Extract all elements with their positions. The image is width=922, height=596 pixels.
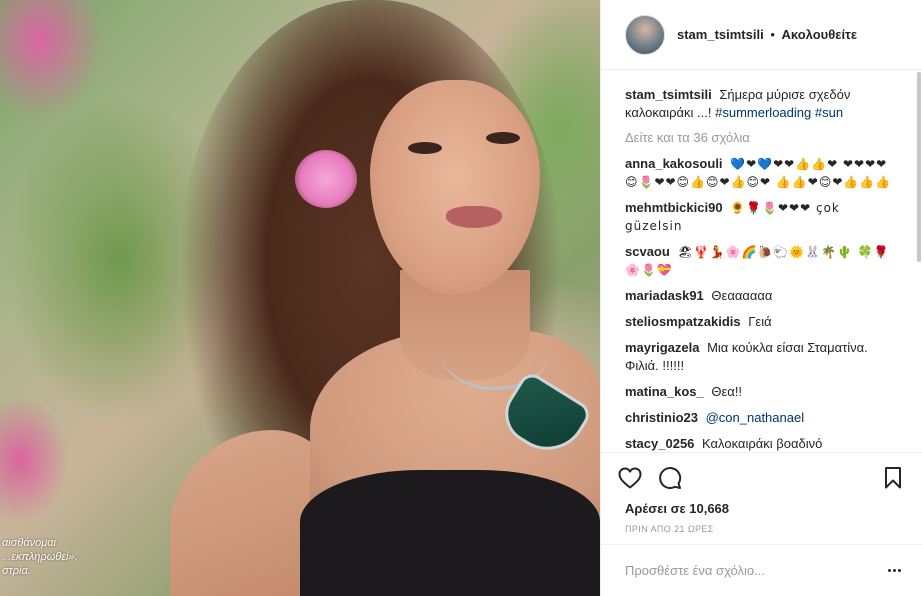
save-button[interactable]: [880, 465, 906, 491]
comment-item: stacy_0256 Καλοκαιράκι βοαδινό: [625, 435, 898, 452]
more-options-icon[interactable]: [882, 561, 906, 581]
instagram-post-modal: αισθάνομαι ...εκπληρωθεί», στρία. stam_t…: [0, 0, 922, 596]
comment-item: anna_kakosouli 💙❤💙❤❤👍👍❤ ❤❤❤❤😊🌷❤❤😊👍😊❤👍😊❤ …: [625, 155, 898, 191]
following-button[interactable]: Ακολουθείτε: [782, 27, 858, 42]
comment-username[interactable]: mayrigazela: [625, 340, 699, 355]
header-text: stam_tsimtsili • Ακολουθείτε: [677, 27, 857, 42]
comment-item: matina_kos_ Θεα!!: [625, 383, 898, 401]
post-timestamp[interactable]: ΠΡΙΝ ΑΠΟ 21 ΩΡΕΣ: [617, 524, 906, 534]
load-more-comments-link[interactable]: Δείτε και τα 36 σχόλια: [625, 130, 898, 145]
heart-outline-icon: [618, 467, 642, 489]
comment-username[interactable]: mehmtbickici90: [625, 200, 723, 215]
comment-username[interactable]: christinio23: [625, 410, 698, 425]
dot: [892, 569, 896, 572]
dot: [897, 569, 901, 572]
post-header: stam_tsimtsili • Ακολουθείτε: [601, 0, 922, 70]
post-caption: stam_tsimtsili Σήμερα μύρισε σχεδόν καλο…: [625, 86, 898, 122]
comment-text: Καλοκαιράκι βοαδινό: [702, 436, 823, 451]
avatar[interactable]: [625, 14, 665, 55]
hashtag-link[interactable]: #summerloading: [715, 105, 811, 120]
post-actions: Αρέσει σε 10,668 ΠΡΙΝ ΑΠΟ 21 ΩΡΕΣ: [601, 452, 922, 534]
post-photo[interactable]: αισθάνομαι ...εκπληρωθεί», στρία.: [0, 0, 600, 596]
likes-count[interactable]: Αρέσει σε 10,668: [617, 501, 906, 516]
comment-button[interactable]: [657, 465, 683, 491]
comment-text: Θεαααααα: [711, 288, 773, 303]
photo-eye-right: [486, 132, 520, 144]
magazine-overlay-text: αισθάνομαι ...εκπληρωθεί», στρία.: [2, 537, 78, 577]
mention-link[interactable]: @con_nathanael: [706, 410, 805, 425]
comment-item: christinio23 @con_nathanael: [625, 409, 898, 427]
like-button[interactable]: [617, 465, 643, 491]
comments-list[interactable]: stam_tsimtsili Σήμερα μύρισε σχεδόν καλο…: [601, 70, 922, 452]
header-username[interactable]: stam_tsimtsili: [677, 27, 764, 42]
caption-username[interactable]: stam_tsimtsili: [625, 87, 712, 102]
comment-text: Γειά: [748, 314, 772, 329]
comment-item: mariadask91 Θεαααααα: [625, 287, 898, 305]
comment-username[interactable]: anna_kakosouli: [625, 156, 723, 171]
comment-username[interactable]: matina_kos_: [625, 384, 704, 399]
post-side-panel: stam_tsimtsili • Ακολουθείτε stam_tsimts…: [600, 0, 922, 596]
comment-text: Θεα!!: [711, 384, 743, 399]
comment-username[interactable]: steliosmpatzakidis: [625, 314, 741, 329]
photo-hair-flower: [295, 150, 357, 208]
header-separator: •: [770, 27, 775, 42]
comment-item: mayrigazela Μια κούκλα είσαι Σταματίνα. …: [625, 339, 898, 375]
comment-item: steliosmpatzakidis Γειά: [625, 313, 898, 331]
dot: [887, 569, 891, 572]
hashtag-link[interactable]: #sun: [815, 105, 843, 120]
comment-input[interactable]: [625, 563, 883, 578]
comment-username[interactable]: mariadask91: [625, 288, 704, 303]
comment-username[interactable]: scvaou: [625, 244, 670, 259]
speech-bubble-icon: [659, 467, 682, 490]
action-icon-row: [617, 463, 906, 493]
photo-lips: [446, 206, 502, 228]
comment-item: mehmtbickici90 🌻🌹🌷❤❤❤ çok güzelsin: [625, 199, 898, 235]
add-comment-bar: [601, 544, 922, 596]
comment-item: scvaou 🏖🦞💃🌸🌈🐌🐑🌞🐰🌴🌵 🍀🌹🌸🌷💝: [625, 243, 898, 279]
comments-scrollbar[interactable]: [917, 72, 921, 262]
comment-username[interactable]: stacy_0256: [625, 436, 694, 451]
photo-eye-left: [408, 142, 442, 154]
photo-black-top: [300, 470, 600, 596]
bookmark-icon: [885, 467, 901, 489]
